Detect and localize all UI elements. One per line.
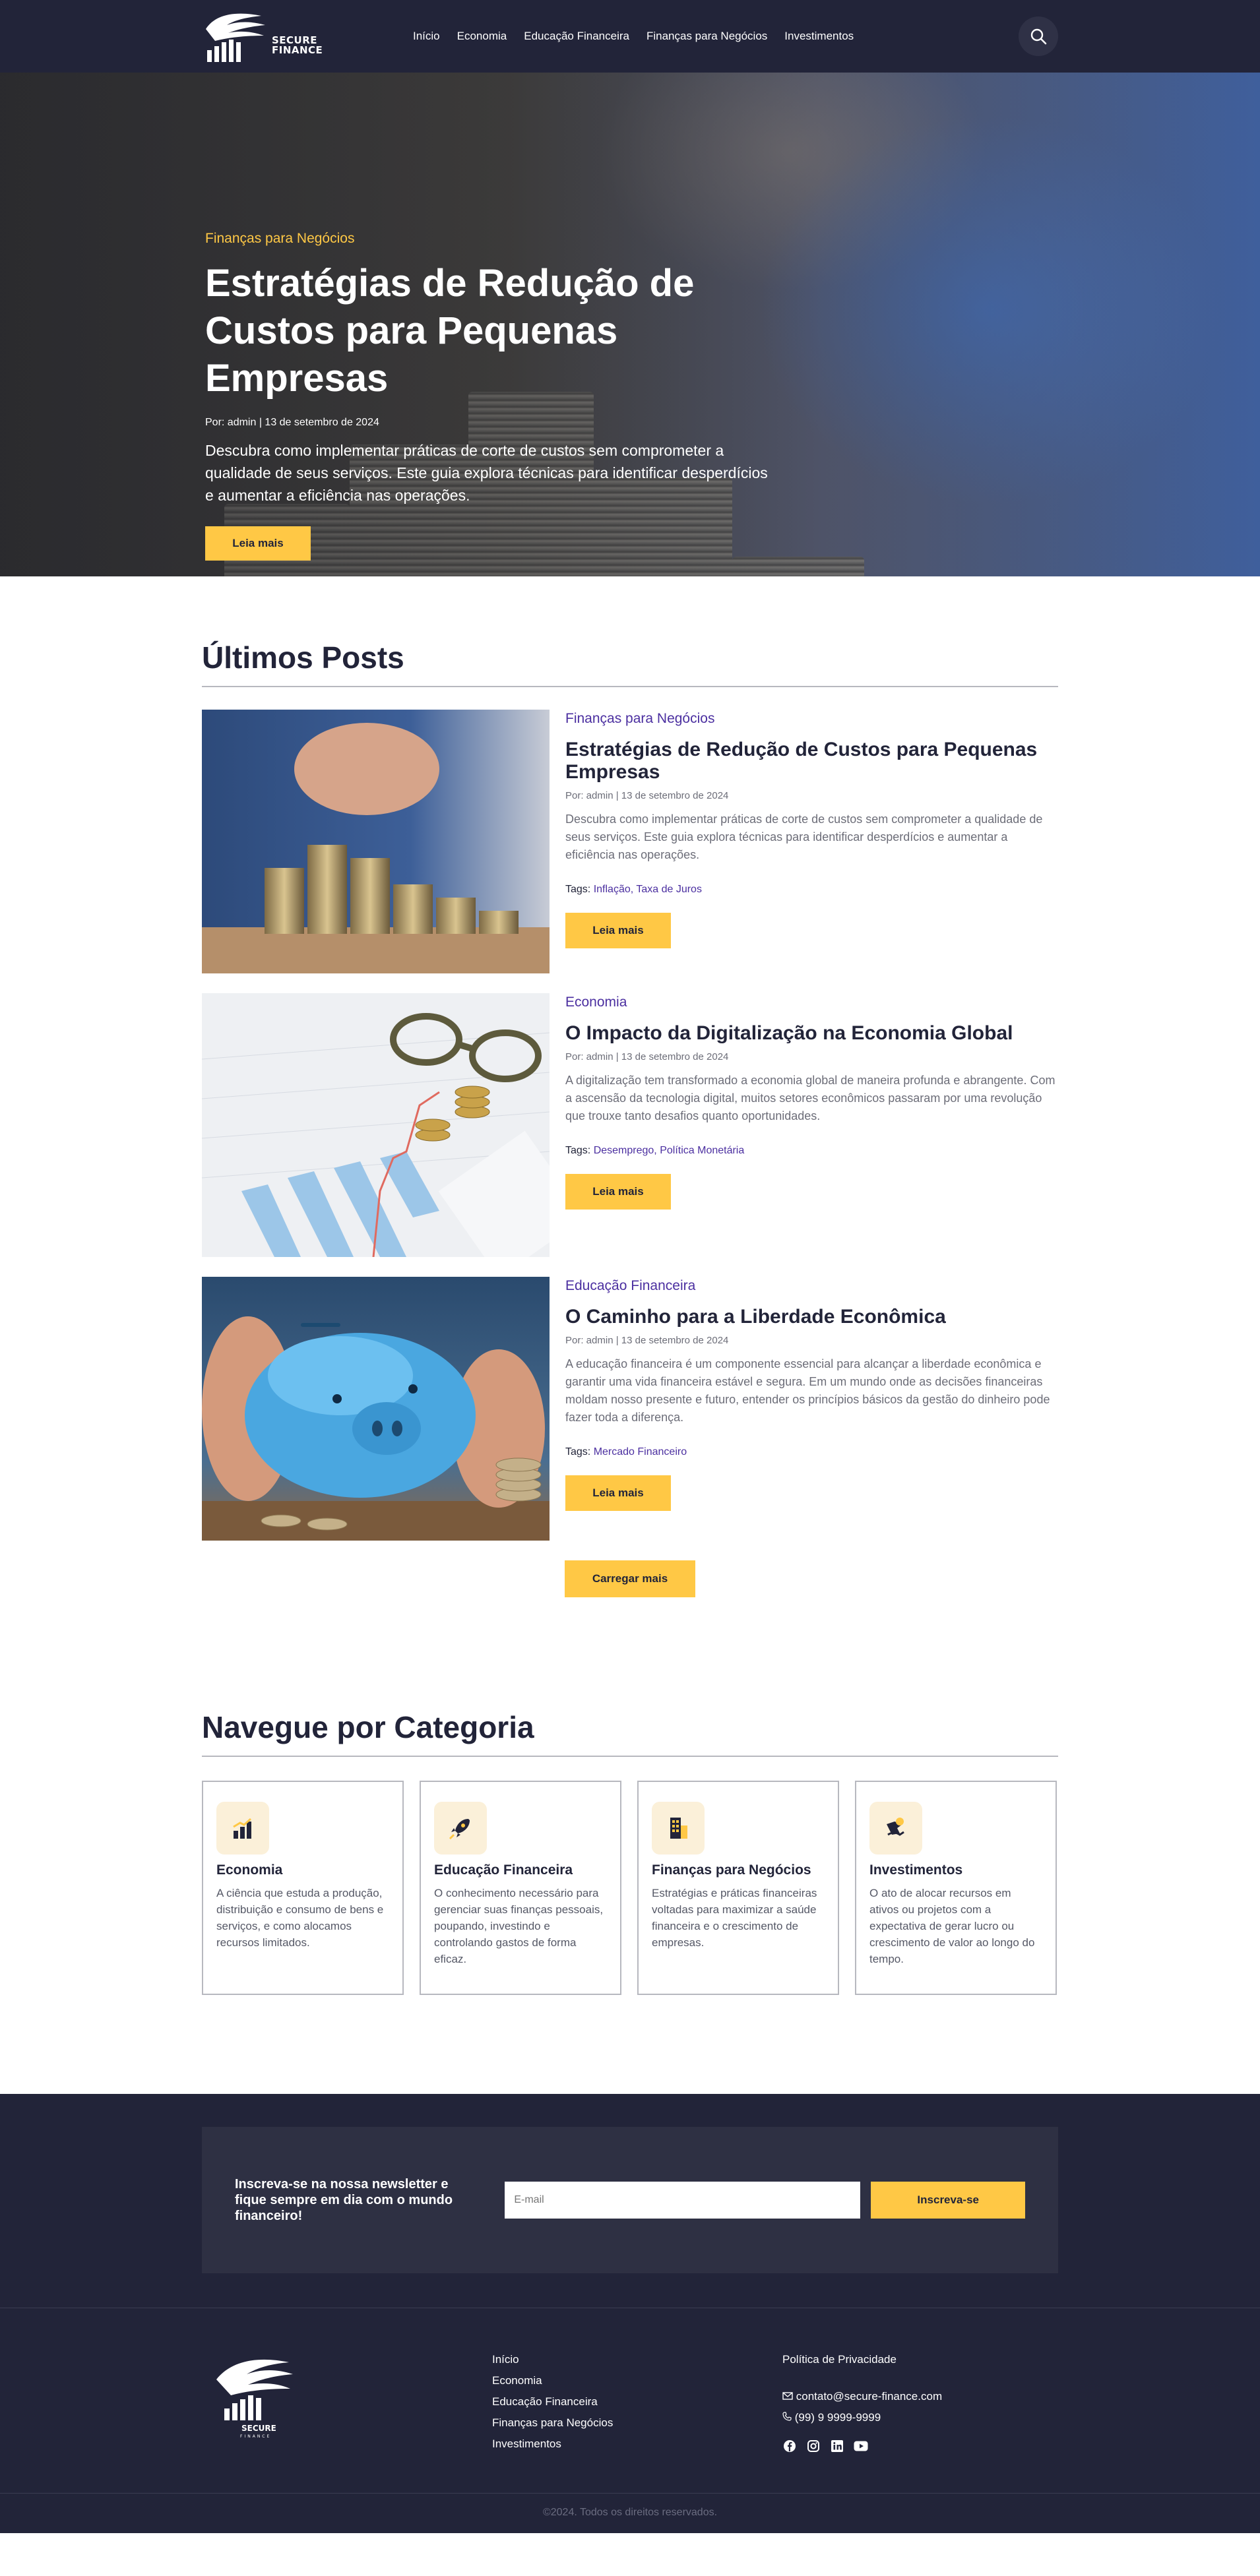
hero-title: Estratégias de Redução de Custos para Pe… [205, 262, 695, 400]
nav-link-financas-negocios[interactable]: Finanças para Negócios [646, 30, 767, 43]
post-tags: Tags: Inflação, Taxa de Juros [565, 884, 1058, 896]
post-image-piggy-bank[interactable] [202, 1277, 550, 1541]
hero-read-more-button[interactable]: Leia mais [205, 526, 311, 561]
post-meta: Por: admin | 13 de setembro de 2024 [565, 790, 729, 801]
subscribe-button[interactable]: Inscreva-se [871, 2182, 1025, 2219]
read-more-button[interactable]: Leia mais [565, 1174, 671, 1210]
tag-links[interactable]: Inflação, Taxa de Juros [594, 884, 702, 895]
newsletter-text: Inscreva-se na nossa newsletter e fique … [235, 2177, 453, 2223]
read-more-button[interactable]: Leia mais [565, 913, 671, 948]
bar-chart-icon [233, 1818, 252, 1839]
footer-link-educacao-financeira[interactable]: Educação Financeira [492, 2395, 782, 2408]
instagram-icon[interactable] [806, 2439, 821, 2453]
tags-label: Tags: [565, 884, 591, 895]
post-item: Educação Financeira O Caminho para a Lib… [202, 1277, 1058, 1541]
category-name: Educação Financeira [434, 1862, 573, 1878]
post-excerpt: A digitalização tem transformado a econo… [565, 1074, 1055, 1122]
post-excerpt: A educação financeira é um componente es… [565, 1357, 1050, 1424]
rocket-icon [449, 1819, 470, 1840]
footer-link-financas-negocios[interactable]: Finanças para Negócios [492, 2416, 782, 2430]
nav-link-educacao-financeira[interactable]: Educação Financeira [524, 30, 629, 43]
post-meta: Por: admin | 13 de setembro de 2024 [565, 1335, 729, 1346]
footer-nav: Início Economia Educação Financeira Fina… [492, 2353, 782, 2453]
category-card-investimentos[interactable]: Investimentos O ato de alocar recursos e… [855, 1781, 1057, 1995]
post-category[interactable]: Finanças para Negócios [565, 711, 1058, 727]
post-item: Finanças para Negócios Estratégias de Re… [202, 710, 1058, 973]
category-description: O ato de alocar recursos em ativos ou pr… [869, 1887, 1035, 1965]
footer-logo-secure: SECURE [241, 2424, 276, 2433]
latest-posts-section: Últimos Posts Finanças para Negócios Est… [202, 576, 1058, 1709]
category-name: Finanças para Negócios [652, 1862, 811, 1878]
section-title: Últimos Posts [202, 640, 1058, 687]
footer-link-inicio[interactable]: Início [492, 2353, 782, 2366]
post-item: Economia O Impacto da Digitalização na E… [202, 993, 1058, 1257]
footer-logo[interactable]: SECURE FINANCE [202, 2353, 492, 2453]
search-icon [1030, 28, 1047, 45]
tag-links[interactable]: Mercado Financeiro [594, 1446, 687, 1457]
read-more-button[interactable]: Leia mais [565, 1475, 671, 1511]
email-field[interactable] [505, 2182, 861, 2219]
post-category[interactable]: Educação Financeira [565, 1278, 1058, 1294]
post-title[interactable]: O Caminho para a Liberdade Econômica [565, 1306, 1058, 1328]
post-tags: Tags: Desemprego, Política Monetária [565, 1145, 1058, 1157]
youtube-icon[interactable] [854, 2439, 868, 2453]
building-icon [670, 1818, 687, 1839]
post-excerpt: Descubra como implementar práticas de co… [565, 813, 1043, 861]
load-more-button[interactable]: Carregar mais [565, 1560, 695, 1597]
logo-text-finance: FINANCE [272, 44, 323, 56]
post-tags: Tags: Mercado Financeiro [565, 1446, 1058, 1458]
site-footer: SECURE FINANCE Início Economia Educação … [0, 2308, 1260, 2533]
logo[interactable]: SECURE FINANCE [202, 9, 327, 63]
linkedin-icon[interactable] [830, 2439, 844, 2453]
contact-email[interactable]: contato@secure-finance.com [796, 2390, 942, 2403]
category-description: Estratégias e práticas financeiras volta… [652, 1887, 817, 1949]
nav-link-investimentos[interactable]: Investimentos [784, 30, 854, 43]
site-header: SECURE FINANCE Início Economia Educação … [0, 0, 1260, 73]
post-image-chart-glasses[interactable] [202, 993, 550, 1257]
hero-meta: Por: admin | 13 de setembro de 2024 [205, 417, 379, 428]
hero-description: Descubra como implementar práticas de co… [205, 442, 768, 504]
privacy-policy-link[interactable]: Política de Privacidade [782, 2353, 942, 2366]
category-description: A ciência que estuda a produção, distrib… [216, 1887, 384, 1949]
tags-label: Tags: [565, 1145, 591, 1156]
category-grid: Economia A ciência que estuda a produção… [202, 1781, 1058, 2094]
post-title[interactable]: O Impacto da Digitalização na Economia G… [565, 1022, 1058, 1045]
logo-bird-icon: SECURE FINANCE [216, 2359, 293, 2439]
newsletter-section: Inscreva-se na nossa newsletter e fique … [0, 2094, 1260, 2308]
facebook-icon[interactable] [782, 2439, 797, 2453]
categories-section: Navegue por Categoria Economia A ciência… [202, 1709, 1058, 2094]
footer-contact: Política de Privacidade contato@secure-f… [782, 2353, 942, 2453]
social-links [782, 2439, 942, 2453]
category-card-financas-negocios[interactable]: Finanças para Negócios Estratégias e prá… [637, 1781, 839, 1995]
section-title: Navegue por Categoria [202, 1709, 1058, 1757]
nav-link-economia[interactable]: Economia [457, 30, 507, 43]
post-image-coins[interactable] [202, 710, 550, 973]
post-title[interactable]: Estratégias de Redução de Custos para Pe… [565, 739, 1058, 783]
footer-logo-finance: FINANCE [240, 2434, 271, 2439]
hero-banner: Finanças para Negócios Estratégias de Re… [0, 73, 1260, 576]
logo-bird-icon [206, 13, 265, 62]
contact-phone[interactable]: (99) 9 9999-9999 [795, 2411, 881, 2424]
post-meta: Por: admin | 13 de setembro de 2024 [565, 1051, 729, 1062]
phone-icon [782, 2412, 792, 2421]
tags-label: Tags: [565, 1446, 591, 1457]
category-name: Investimentos [869, 1862, 963, 1878]
footer-link-economia[interactable]: Economia [492, 2374, 782, 2387]
footer-link-investimentos[interactable]: Investimentos [492, 2438, 782, 2451]
category-card-economia[interactable]: Economia A ciência que estuda a produção… [202, 1781, 404, 1995]
mail-icon [782, 2392, 793, 2400]
money-hand-icon [887, 1818, 904, 1836]
copyright-text: ©2024. Todos os direitos reservados. [0, 2493, 1260, 2533]
main-nav: Início Economia Educação Financeira Fina… [413, 30, 854, 43]
hero-content: Finanças para Negócios Estratégias de Re… [205, 231, 772, 561]
post-category[interactable]: Economia [565, 995, 1058, 1010]
search-button[interactable] [1019, 16, 1058, 56]
category-card-educacao-financeira[interactable]: Educação Financeira O conhecimento neces… [420, 1781, 621, 1995]
category-name: Economia [216, 1862, 283, 1878]
category-description: O conhecimento necessário para gerenciar… [434, 1887, 604, 1965]
nav-link-inicio[interactable]: Início [413, 30, 440, 43]
tag-links[interactable]: Desemprego, Política Monetária [594, 1145, 745, 1156]
hero-category[interactable]: Finanças para Negócios [205, 231, 772, 247]
